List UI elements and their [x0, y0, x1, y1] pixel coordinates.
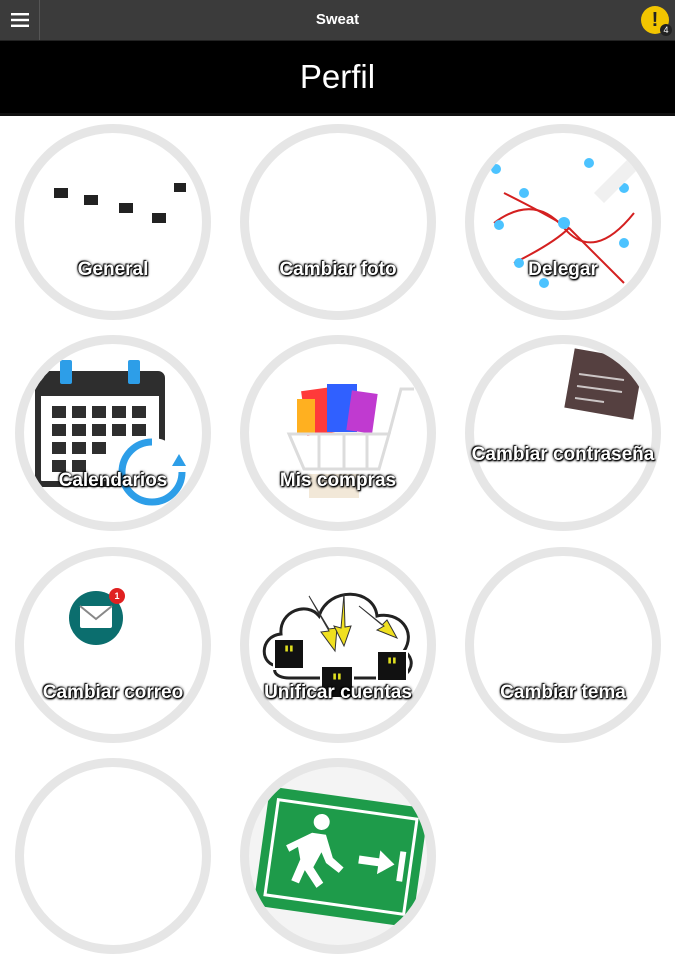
- tile-calendars[interactable]: Calendarios: [15, 335, 211, 531]
- theme-image: [474, 556, 652, 734]
- notifications-button[interactable]: ! 4: [641, 6, 672, 36]
- mixer-image: [24, 133, 202, 311]
- tile-logout[interactable]: [240, 758, 436, 954]
- tile-notifications[interactable]: [15, 758, 211, 954]
- keyboard-typing-image: [474, 344, 652, 522]
- unify-accounts-image: " " ": [249, 556, 427, 734]
- tile-label: Mis compras: [279, 470, 397, 491]
- tile-label: Cambiar foto: [279, 259, 397, 280]
- tile-change-theme[interactable]: Cambiar tema: [465, 547, 661, 743]
- network-people-image: [474, 133, 652, 311]
- svg-text:": ": [386, 655, 397, 680]
- svg-text:": ": [283, 643, 294, 668]
- tile-unify-accounts[interactable]: " " " Unificar cuentas: [240, 547, 436, 743]
- tile-my-purchases[interactable]: Mis compras: [240, 335, 436, 531]
- tile-label: Delegar: [528, 259, 598, 280]
- tile-change-photo[interactable]: Cambiar foto: [240, 124, 436, 320]
- tile-label: Unificar cuentas: [264, 682, 412, 703]
- tile-label: Cambiar contraseña: [471, 444, 655, 465]
- email-badge: 1: [114, 591, 120, 601]
- notification-count-badge: 4: [660, 24, 672, 36]
- blank-tile-image: [24, 767, 202, 945]
- page-title: Perfil: [299, 58, 376, 95]
- app-title: Sweat: [315, 11, 360, 28]
- email-touch-image: 1: [24, 556, 202, 734]
- shopping-cart-image: [249, 344, 427, 522]
- calendar-image: [24, 344, 202, 522]
- tile-label: Cambiar correo: [42, 682, 184, 703]
- tile-general[interactable]: General: [15, 124, 211, 320]
- tile-delegate[interactable]: Delegar: [465, 124, 661, 320]
- exit-sign-image: [249, 767, 427, 945]
- page-title-bar: Perfil: [0, 41, 675, 116]
- tile-label: Calendarios: [58, 470, 168, 491]
- tile-label: Cambiar tema: [500, 682, 626, 703]
- avatar-placeholder-image: [249, 133, 427, 311]
- app-topbar: Sweat ! 4: [0, 0, 675, 41]
- tile-label: General: [77, 259, 149, 280]
- tile-change-email[interactable]: 1 Cambiar correo: [15, 547, 211, 743]
- tile-change-password[interactable]: Cambiar contraseña: [465, 335, 661, 531]
